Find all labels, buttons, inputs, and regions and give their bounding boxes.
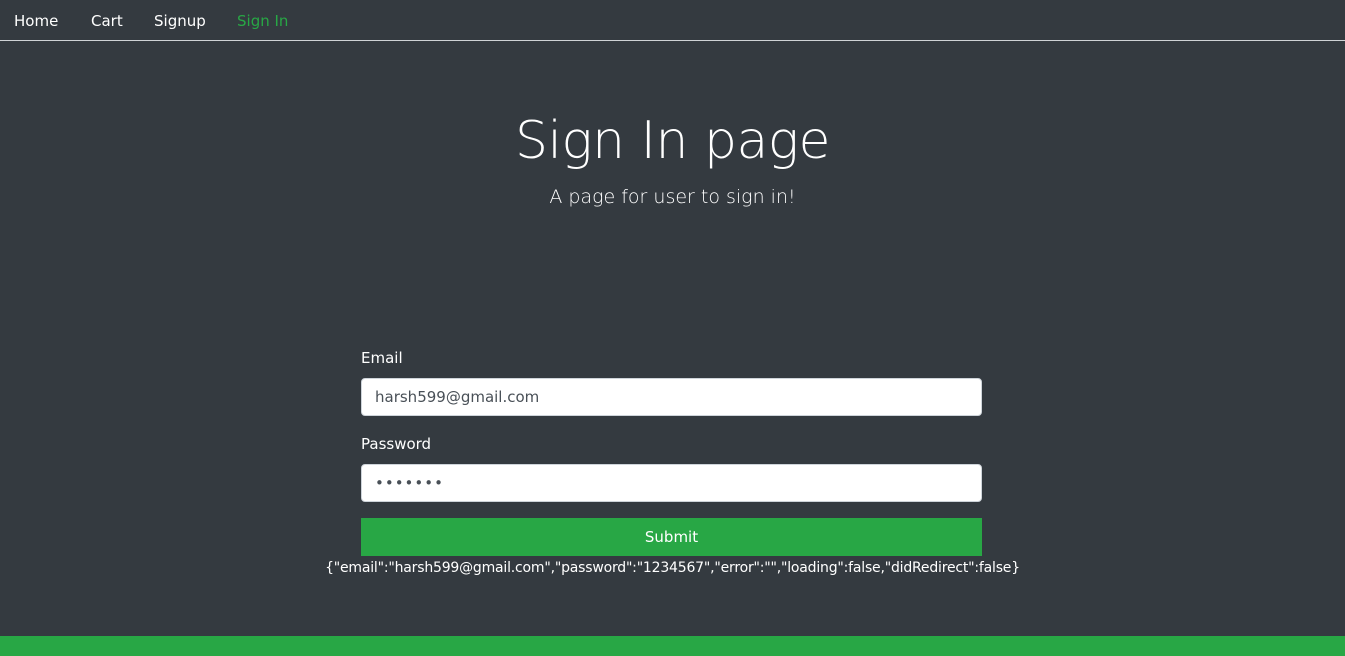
nav-link-signin[interactable]: Sign In [237, 11, 288, 31]
nav-link-cart[interactable]: Cart [91, 11, 123, 31]
nav-link-home[interactable]: Home [14, 11, 58, 31]
nav-link-signup[interactable]: Signup [154, 11, 206, 31]
footer-bar [0, 636, 1345, 656]
password-label: Password [361, 435, 432, 453]
top-navbar: Home Cart Signup Sign In [0, 0, 1345, 41]
submit-button[interactable]: Submit [361, 518, 982, 556]
debug-state-text: {"email":"harsh599@gmail.com","password"… [325, 560, 1020, 576]
email-field[interactable] [361, 378, 982, 416]
signin-page: Home Cart Signup Sign In Sign In page A … [0, 0, 1345, 656]
password-field[interactable] [361, 464, 982, 502]
email-label: Email [361, 349, 403, 367]
page-subtitle: A page for user to sign in! [549, 186, 796, 208]
page-title: Sign In page [514, 111, 831, 171]
